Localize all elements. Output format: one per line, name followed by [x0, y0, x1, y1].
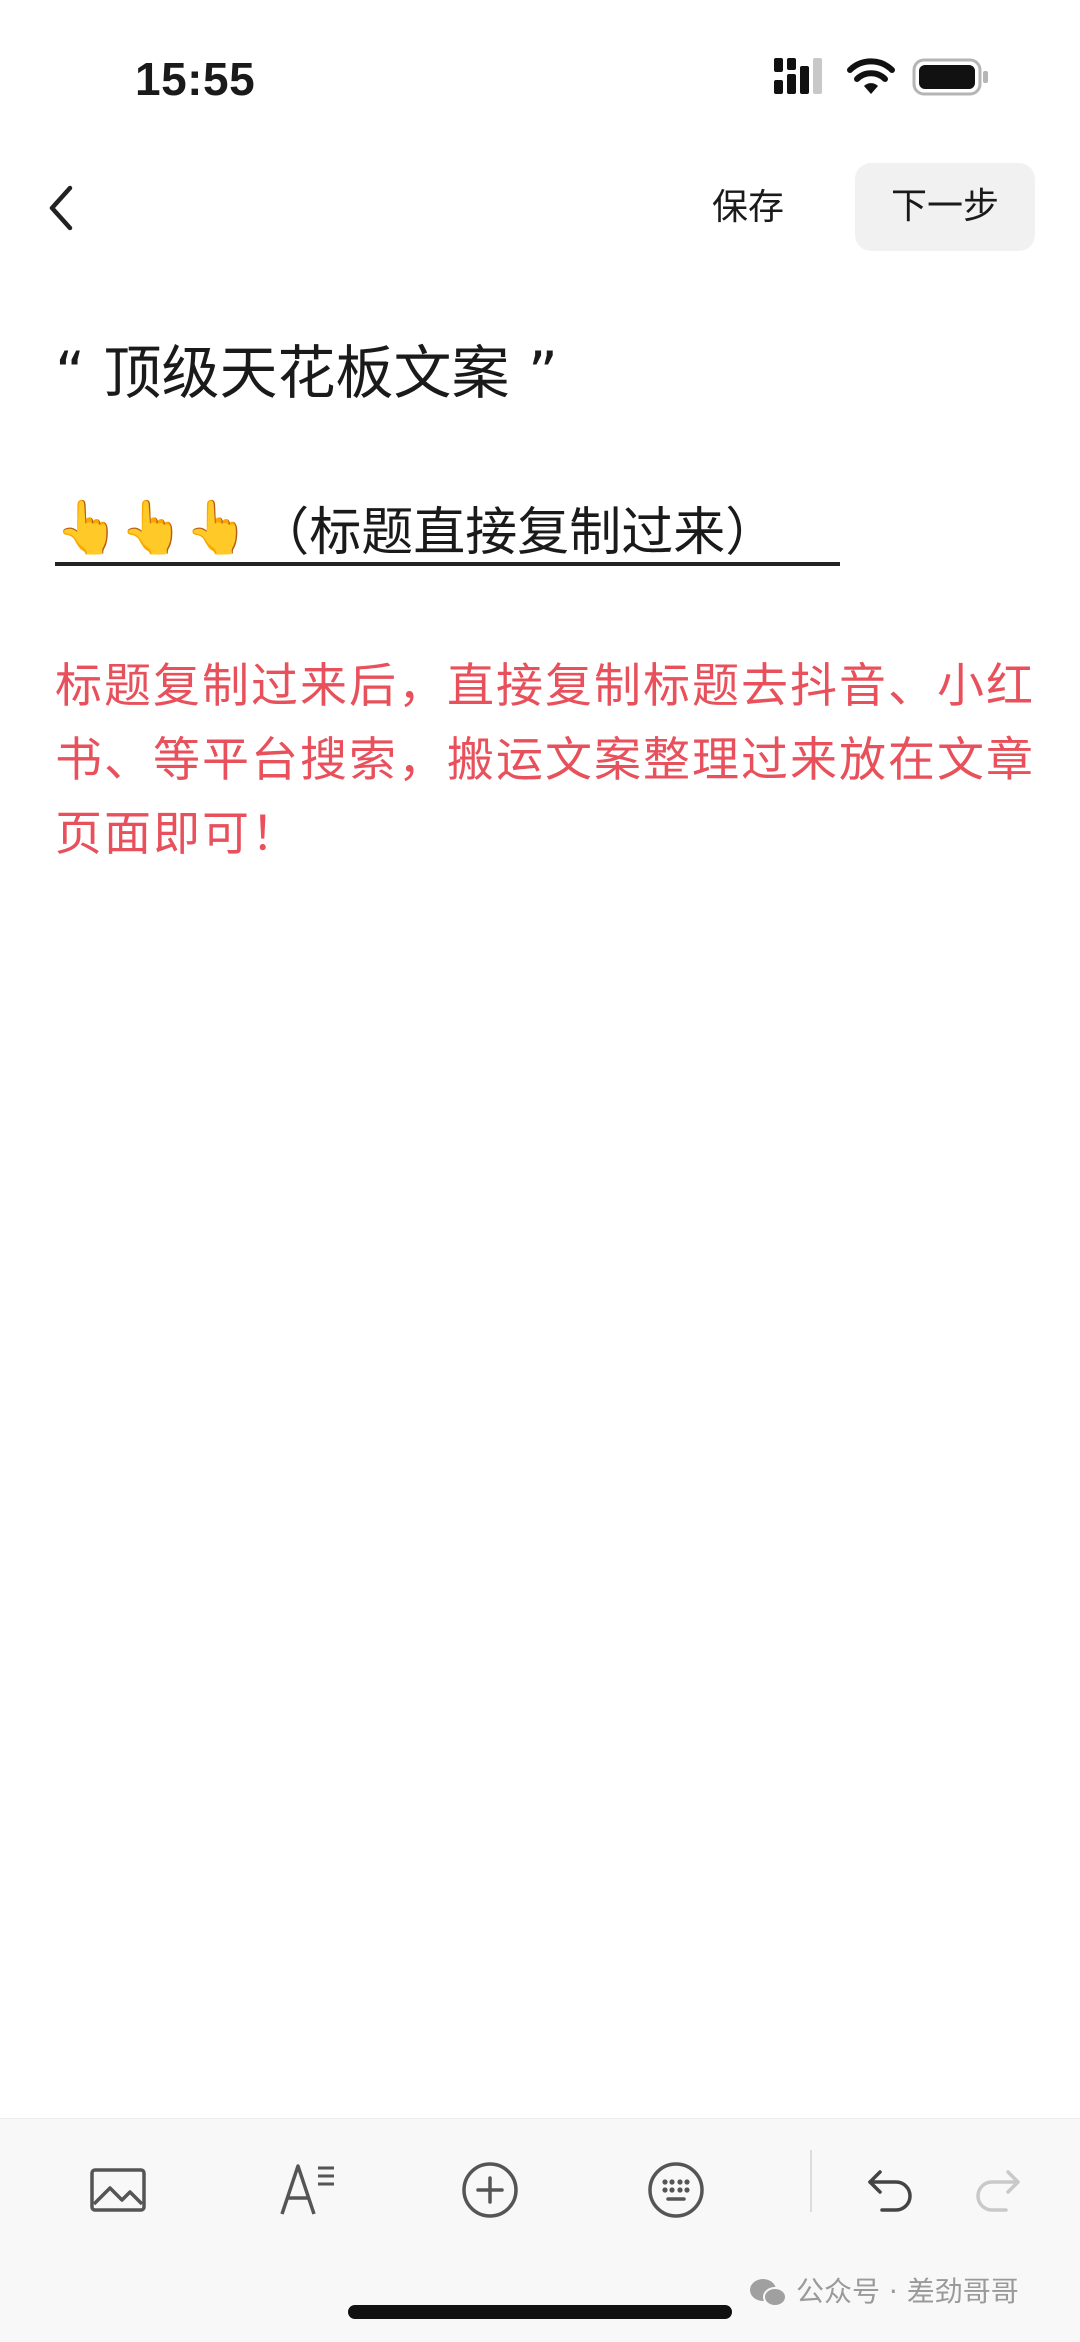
insert-button[interactable]: [450, 2150, 530, 2230]
cellular-signal-icon: [774, 58, 822, 94]
redo-icon: [976, 2170, 1020, 2212]
insert-image-button[interactable]: [78, 2150, 158, 2230]
wechat-icon: [750, 2279, 787, 2307]
back-button[interactable]: [40, 178, 84, 238]
undo-icon: [868, 2170, 912, 2212]
body-paragraph[interactable]: 标题复制过来后，直接复制标题去抖音、小红书、等平台搜索，搬运文案整理过来放在文章…: [55, 650, 1035, 872]
subtitle-line[interactable]: 👆👆👆 （标题直接复制过来）: [55, 490, 840, 566]
subtitle-text: （标题直接复制过来）: [257, 503, 778, 563]
keyboard-button[interactable]: [636, 2150, 716, 2230]
image-icon: [90, 2168, 146, 2212]
undo-button[interactable]: [850, 2150, 930, 2230]
chevron-left-icon: [49, 185, 73, 231]
save-button[interactable]: 保存: [712, 178, 784, 238]
keyboard-icon: [648, 2162, 704, 2218]
redo-button[interactable]: [958, 2150, 1038, 2230]
status-bar: 15:55: [0, 0, 1080, 150]
text-format-icon: [280, 2164, 334, 2215]
document-title[interactable]: “ 顶级天花板文案 ”: [55, 326, 558, 410]
next-step-button[interactable]: 下一步: [855, 163, 1035, 251]
add-icon: [462, 2162, 518, 2218]
wifi-icon: [847, 58, 895, 94]
battery-icon: [912, 58, 988, 96]
status-time: 15:55: [135, 53, 256, 105]
home-indicator[interactable]: [348, 2305, 732, 2319]
watermark: 公众号 · 差劲哥哥: [748, 2270, 1019, 2314]
text-format-button[interactable]: [268, 2150, 348, 2230]
watermark-text: 公众号 · 差劲哥哥: [796, 2275, 1019, 2308]
toolbar-divider: [810, 2150, 812, 2212]
pointing-up-emoji: 👆👆👆: [55, 498, 250, 558]
